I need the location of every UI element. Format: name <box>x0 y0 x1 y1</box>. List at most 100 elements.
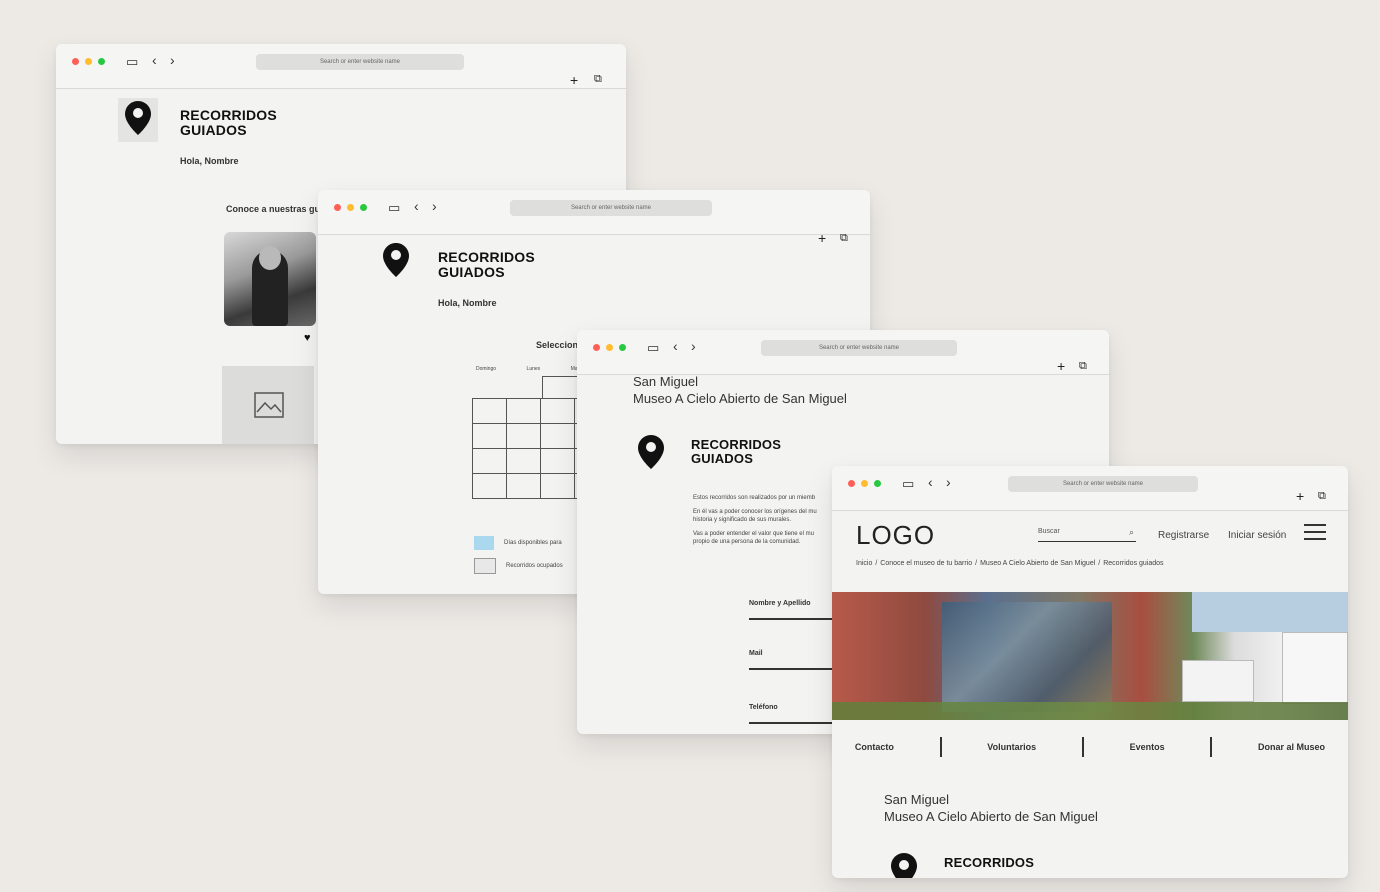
brand-line-1: RECORRIDOS <box>438 249 535 265</box>
greeting: Hola, Nombre <box>180 156 239 166</box>
search-icon[interactable]: ⌕ <box>1129 527 1134 538</box>
hero-mural <box>942 602 1112 712</box>
weekday-monday: Lunes <box>526 366 541 372</box>
tabs-overview-icon[interactable]: ⧉ <box>594 73 602 86</box>
new-tab-icon[interactable]: + <box>1296 488 1304 504</box>
hero-truck <box>1282 632 1348 704</box>
location-line-2: Museo A Cielo Abierto de San Miguel <box>884 808 1098 824</box>
sidebar-icon[interactable]: ▭ <box>902 476 914 492</box>
location-line-1: San Miguel <box>884 792 950 807</box>
nav-contact[interactable]: Contacto <box>855 742 894 752</box>
register-link[interactable]: Registrarse <box>1158 530 1209 541</box>
location-line-1: San Miguel <box>633 374 699 389</box>
browser-toolbar: ▭ ‹ › Search or enter website name + ⧉ <box>318 190 870 246</box>
forward-icon[interactable]: › <box>432 198 437 214</box>
brand-title: RECORRIDOS <box>944 856 1034 870</box>
select-heading: Seleccion <box>536 340 579 350</box>
calendar-cell[interactable] <box>472 398 507 424</box>
minimize-dot[interactable] <box>347 204 354 211</box>
calendar-cell[interactable] <box>506 398 541 424</box>
tabs-overview-icon[interactable]: ⧉ <box>840 232 848 245</box>
guides-heading: Conoce a nuestras gu <box>226 204 321 214</box>
mail-input[interactable] <box>749 668 839 670</box>
sidebar-icon[interactable]: ▭ <box>647 340 659 356</box>
breadcrumb-item[interactable]: Museo A Cielo Abierto de San Miguel <box>980 560 1095 567</box>
url-bar[interactable]: Search or enter website name <box>1008 476 1198 492</box>
login-link[interactable]: Iniciar sesión <box>1228 530 1286 541</box>
nav-events[interactable]: Eventos <box>1130 742 1165 752</box>
weekday-header: Domingo Lunes Martes <box>476 366 586 372</box>
calendar-cell[interactable] <box>472 423 507 449</box>
sidebar-icon[interactable]: ▭ <box>126 54 138 70</box>
guide-photo[interactable] <box>224 232 316 326</box>
close-dot[interactable] <box>593 344 600 351</box>
name-input[interactable] <box>749 618 839 620</box>
calendar-cell[interactable] <box>472 448 507 474</box>
url-bar[interactable]: Search or enter website name <box>510 200 712 216</box>
traffic-lights <box>593 344 626 351</box>
url-bar[interactable]: Search or enter website name <box>256 54 464 70</box>
nav-donate[interactable]: Donar al Museo <box>1258 742 1325 752</box>
tabs-overview-icon[interactable]: ⧉ <box>1079 360 1087 373</box>
calendar-cell[interactable] <box>506 448 541 474</box>
hero-truck <box>1182 660 1254 702</box>
back-icon[interactable]: ‹ <box>928 474 933 490</box>
new-tab-icon[interactable]: + <box>818 230 826 246</box>
forward-icon[interactable]: › <box>691 338 696 354</box>
minimize-dot[interactable] <box>861 480 868 487</box>
close-dot[interactable] <box>72 58 79 65</box>
brand-line-1: RECORRIDOS <box>944 855 1035 870</box>
minimize-dot[interactable] <box>606 344 613 351</box>
calendar-cell[interactable] <box>506 423 541 449</box>
brand-line-2: GUIADOS <box>180 121 247 138</box>
tabs-overview-icon[interactable]: ⧉ <box>1318 490 1326 503</box>
forward-icon[interactable]: › <box>170 52 175 68</box>
back-icon[interactable]: ‹ <box>673 338 678 354</box>
back-icon[interactable]: ‹ <box>414 198 419 214</box>
minimize-dot[interactable] <box>85 58 92 65</box>
guide-face <box>259 246 281 270</box>
location-title: San Miguel Museo A Cielo Abierto de San … <box>633 374 847 408</box>
new-tab-icon[interactable]: + <box>1057 358 1065 374</box>
browser-window-4: ▭ ‹ › Search or enter website name + ⧉ L… <box>832 466 1348 878</box>
calendar-cell[interactable] <box>540 398 575 424</box>
hamburger-menu-icon[interactable] <box>1304 524 1326 545</box>
zoom-dot[interactable] <box>98 58 105 65</box>
site-logo[interactable]: LOGO <box>856 520 935 551</box>
zoom-dot[interactable] <box>874 480 881 487</box>
calendar-cell[interactable] <box>540 423 575 449</box>
site-header: LOGO Buscar ⌕ Registrarse Iniciar sesión… <box>832 510 1348 590</box>
forward-icon[interactable]: › <box>946 474 951 490</box>
phone-input[interactable] <box>749 722 839 724</box>
calendar-cell[interactable] <box>540 448 575 474</box>
new-tab-icon[interactable]: + <box>570 72 578 88</box>
zoom-dot[interactable] <box>360 204 367 211</box>
calendar-cell[interactable] <box>472 473 507 499</box>
nav-volunteers[interactable]: Voluntarios <box>987 742 1036 752</box>
location-pin-icon <box>638 435 664 469</box>
like-icon[interactable]: ♥ <box>304 332 311 344</box>
breadcrumb: Inicio / Conoce el museo de tu barrio / Muse… <box>856 560 1164 567</box>
sidebar-icon[interactable]: ▭ <box>388 200 400 216</box>
greeting: Hola, Nombre <box>438 298 497 308</box>
calendar-top-col <box>542 376 578 399</box>
url-bar[interactable]: Search or enter website name <box>761 340 957 356</box>
url-placeholder: Search or enter website name <box>818 345 900 351</box>
url-placeholder: Search or enter website name <box>570 205 652 211</box>
back-icon[interactable]: ‹ <box>152 52 157 68</box>
breadcrumb-item[interactable]: Conoce el museo de tu barrio <box>880 560 972 567</box>
browser-toolbar: ▭ ‹ › Search or enter website name + ⧉ <box>832 466 1348 511</box>
url-placeholder: Search or enter website name <box>1062 481 1144 487</box>
close-dot[interactable] <box>334 204 341 211</box>
close-dot[interactable] <box>848 480 855 487</box>
zoom-dot[interactable] <box>619 344 626 351</box>
search-placeholder: Buscar <box>1038 528 1060 535</box>
hero-sky <box>1192 592 1348 632</box>
calendar-cell[interactable] <box>506 473 541 499</box>
field-mail-label: Mail <box>749 650 763 657</box>
breadcrumb-item[interactable]: Inicio <box>856 560 872 567</box>
calendar-cell[interactable] <box>540 473 575 499</box>
nav-divider <box>939 737 942 757</box>
search-input[interactable]: Buscar ⌕ <box>1038 527 1136 542</box>
image-placeholder <box>222 366 314 444</box>
